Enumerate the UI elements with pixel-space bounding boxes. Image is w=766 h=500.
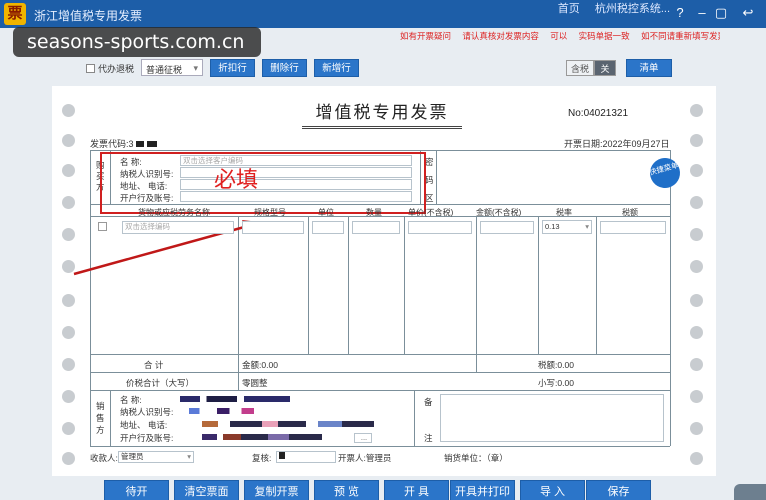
- grand-total-small-label: 小写:: [538, 378, 558, 388]
- discount-row-button[interactable]: 折扣行: [210, 59, 255, 77]
- col-spec: 规格型号: [254, 208, 286, 217]
- unit-input[interactable]: [312, 221, 344, 234]
- home-link[interactable]: 首页: [558, 3, 580, 15]
- col-unit: 单位: [318, 208, 334, 217]
- clear-list-button[interactable]: 清单: [626, 59, 672, 77]
- quantity-input[interactable]: [352, 221, 400, 234]
- col-amount: 金额(不含税): [476, 208, 522, 217]
- drawer-value: 管理员: [365, 453, 392, 463]
- chevron-down-icon: ▾: [585, 222, 589, 231]
- tax-amount-input[interactable]: [600, 221, 666, 234]
- save-button[interactable]: 保存: [586, 480, 651, 500]
- redacted-seller-bank: [202, 434, 352, 440]
- payee-value: 管理员: [121, 452, 144, 461]
- hint-text: 如有开票疑问: [400, 31, 452, 41]
- invoice-toolbar: 代办退税 普通征税 ▾ 折扣行 删除行 新增行 含税 关 清单: [78, 56, 686, 80]
- grand-total-upper: 零圆整: [242, 378, 268, 388]
- delete-row-button[interactable]: 删除行: [262, 59, 307, 77]
- copy-invoice-button[interactable]: 复制开票: [244, 480, 309, 500]
- add-row-button[interactable]: 新增行: [314, 59, 359, 77]
- preview-button[interactable]: 预 览: [314, 480, 379, 500]
- action-bar: 待开 清空票面 复制开票 预 览 开 具 开具并打印 导 入 保存: [90, 478, 690, 500]
- issue-print-button[interactable]: 开具并打印: [450, 480, 515, 500]
- checkbox-icon[interactable]: [86, 64, 95, 73]
- goods-name-input[interactable]: 双击选择编码: [122, 221, 234, 234]
- reviewer-label: 复核:: [252, 453, 272, 463]
- col-unit-price: 单价(不含税): [408, 208, 454, 217]
- hint-text: 如不同请重新填写发票: [641, 31, 720, 41]
- top-links: 首页 杭州税控系统...: [546, 0, 670, 16]
- agent-refund-checkbox[interactable]: 代办退税: [86, 62, 134, 75]
- payee-select[interactable]: 管理员 ▾: [118, 451, 194, 463]
- seller-taxid-label: 纳税人识别号:: [120, 407, 174, 417]
- seller-name-label: 名 称:: [120, 395, 142, 405]
- app-logo: 票: [4, 3, 26, 25]
- levy-type-select[interactable]: 普通征税 ▾: [141, 59, 203, 76]
- drawer-label: 开票人:管理员: [338, 452, 391, 464]
- grand-total-label: 价税合计（大写）: [126, 378, 195, 388]
- redacted-seller-name: [180, 396, 290, 402]
- chevron-down-icon: ▾: [187, 452, 191, 461]
- grand-total-small-value: 0.00: [557, 378, 574, 388]
- hint-text: 可以: [550, 31, 568, 41]
- total-amount-value: 0.00: [261, 360, 278, 370]
- tax-rate-value: 0.13: [545, 222, 560, 231]
- total-amount: 金额:0.00: [242, 359, 278, 371]
- minimize-icon[interactable]: –: [694, 5, 710, 21]
- seller-side-label: 销售方: [96, 401, 105, 435]
- tax-rate-select[interactable]: 0.13 ▾: [542, 220, 592, 234]
- issue-button[interactable]: 开 具: [384, 480, 449, 500]
- seller-stamp-label: 销货单位：（章）: [444, 453, 508, 463]
- total-tax-label: 税额:: [538, 360, 558, 370]
- chevron-down-icon: ▾: [193, 63, 198, 73]
- seller-address-label: 地址、 电话:: [120, 420, 168, 430]
- checkbox-label: 代办退税: [98, 64, 135, 74]
- app-title: 浙江增值税专用发票: [34, 9, 143, 23]
- total-label: 合 计: [144, 360, 164, 370]
- invoice-paper: 增值税专用发票 No:04021321 发票代码:3 开票日期:2022年09月…: [52, 86, 716, 476]
- restore-icon[interactable]: ▢: [713, 5, 729, 21]
- help-icon[interactable]: ?: [672, 5, 688, 21]
- pending-button[interactable]: 待开: [104, 480, 169, 500]
- col-goods-name: 货物或应税劳务名称: [138, 208, 210, 217]
- drawer-label-text: 开票人:: [338, 453, 366, 463]
- total-tax-value: 0.00: [557, 360, 574, 370]
- back-icon[interactable]: ↩: [740, 5, 756, 21]
- col-qty: 数量: [366, 208, 382, 217]
- total-tax: 税额:0.00: [538, 359, 574, 371]
- col-tax-amount: 税额: [622, 208, 638, 217]
- row-checkbox[interactable]: [98, 222, 107, 231]
- remark-label: 备: [424, 397, 433, 407]
- corner-thumbnail: [734, 484, 766, 500]
- tax-inclusive-toggle[interactable]: 关: [594, 60, 616, 76]
- tax-inclusive-label[interactable]: 含税: [566, 60, 594, 76]
- hint-text: 请认真核对发票内容: [462, 31, 539, 41]
- seller-more-button[interactable]: ...: [354, 433, 372, 443]
- amount-input[interactable]: [480, 221, 534, 234]
- system-link[interactable]: 杭州税控系统...: [595, 3, 670, 15]
- col-tax-rate: 税率: [556, 208, 572, 217]
- reviewer-select[interactable]: [276, 451, 336, 463]
- grand-total-small: 小写:0.00: [538, 377, 574, 389]
- payee-label: 收款人:: [90, 453, 118, 463]
- hint-text: 实码单据一致: [578, 31, 630, 41]
- total-amount-label: 金额:: [242, 360, 262, 370]
- import-button[interactable]: 导 入: [520, 480, 585, 500]
- title-bar: 票 浙江增值税专用发票 首页 杭州税控系统... ? – ▢ ↩: [0, 0, 766, 28]
- redacted-seller-taxid: [180, 408, 268, 414]
- redacted-seller-address: [202, 421, 402, 427]
- watermark: seasons-sports.com.cn: [13, 27, 261, 57]
- hint-bar: 如有开票疑问 请认真核对发票内容 可以 实码单据一致 如不同请重新填写发票: [400, 30, 720, 44]
- redacted-mark: [279, 452, 285, 459]
- clear-form-button[interactable]: 清空票面: [174, 480, 239, 500]
- remark-label: 注: [424, 433, 433, 443]
- remark-input[interactable]: [440, 394, 664, 442]
- spec-input[interactable]: [242, 221, 304, 234]
- levy-type-value: 普通征税: [146, 65, 183, 75]
- seller-bank-label: 开户行及账号:: [120, 433, 174, 443]
- unit-price-input[interactable]: [408, 221, 472, 234]
